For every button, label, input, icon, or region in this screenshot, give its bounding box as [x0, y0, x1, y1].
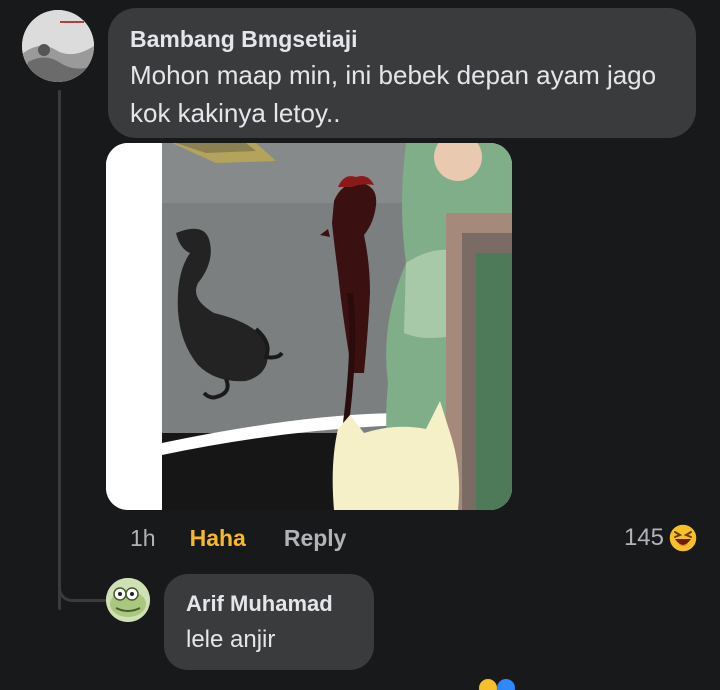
comment-text: Mohon maap min, ini bebek depan ayam jag…: [130, 60, 657, 128]
haha-reaction-button[interactable]: Haha: [190, 525, 246, 552]
thread-branch: [58, 560, 106, 602]
reaction-count: 145: [623, 524, 664, 551]
comment-bubble: Bambang Bmgsetiaji Mohon maap min, ini b…: [108, 8, 696, 138]
reply-text: lele anjir: [186, 626, 276, 653]
reply-button[interactable]: Reply: [284, 525, 347, 552]
comment-author[interactable]: Bambang Bmgsetiaji: [130, 24, 674, 54]
cartoon-duck-and-rooster-image: [106, 143, 512, 510]
comment-time[interactable]: 1h: [130, 525, 156, 552]
comment-actions: 1h Haha Reply: [130, 520, 346, 556]
reply-avatar[interactable]: [106, 578, 150, 622]
cartoon-avatar-icon: [106, 578, 150, 622]
thread-line: [58, 90, 61, 610]
reply-author[interactable]: Arif Muhamad: [186, 590, 352, 618]
reaction-summary[interactable]: 145: [624, 520, 698, 556]
partial-reaction-icons: [479, 679, 515, 690]
reply-bubble: Arif Muhamad lele anjir: [164, 574, 374, 670]
profile-photo-icon: [22, 10, 94, 82]
haha-emoji-icon: [668, 523, 698, 553]
comment-image[interactable]: [106, 143, 512, 510]
comment-avatar[interactable]: [22, 10, 94, 82]
